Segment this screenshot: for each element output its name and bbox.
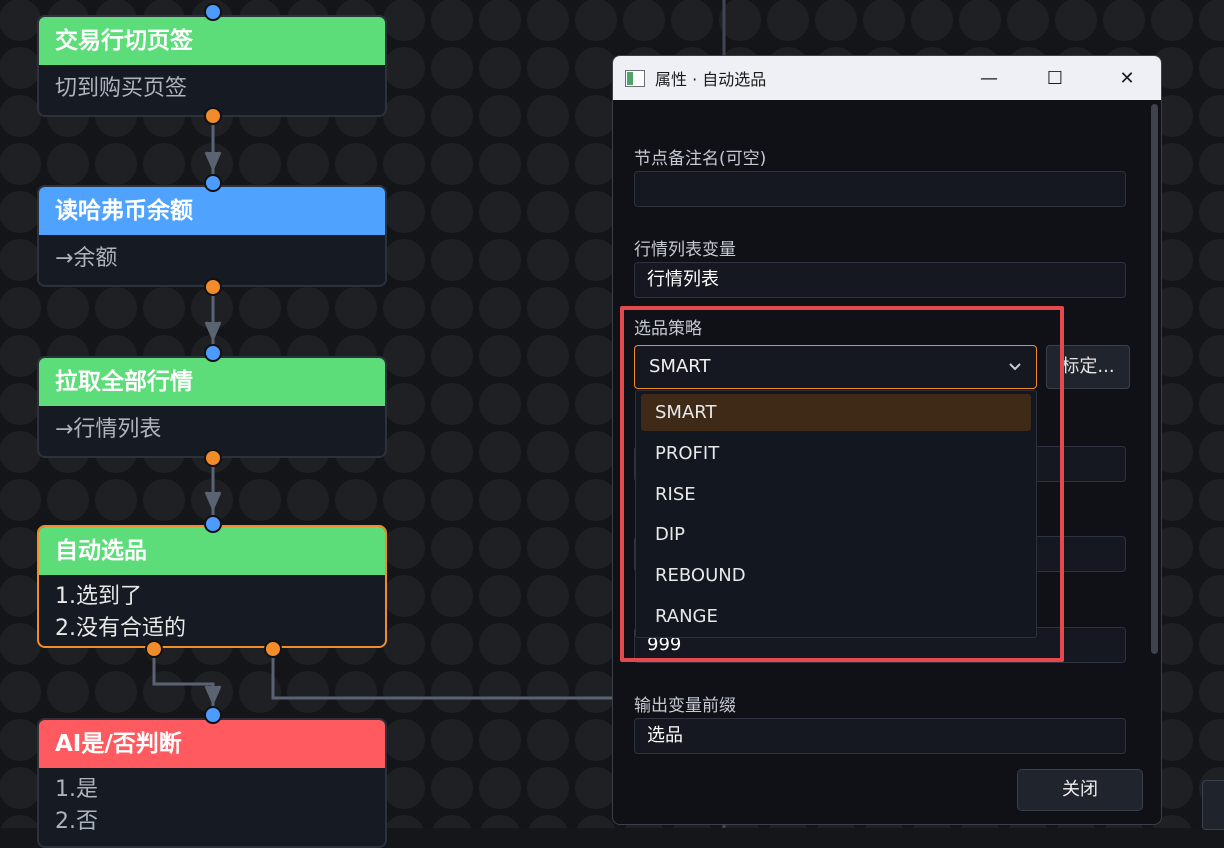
remark-label: 节点备注名(可空): [634, 149, 767, 169]
dialog-title: 属性 · 自动选品: [655, 70, 767, 89]
flow-node-read-balance[interactable]: 读哈弗币余额 →余额: [37, 185, 387, 287]
input-port[interactable]: [204, 174, 222, 192]
window-close-button[interactable]: ✕: [1097, 56, 1157, 100]
minimize-icon: —: [980, 67, 998, 89]
remark-input[interactable]: [634, 171, 1126, 207]
highlight-box: [620, 306, 1064, 662]
dialog-titlebar[interactable]: 属性 · 自动选品 — ☐ ✕: [613, 56, 1161, 100]
node-line: 1.是: [55, 777, 98, 802]
output-port[interactable]: [204, 449, 222, 467]
corner-button[interactable]: [1202, 780, 1224, 830]
close-icon: ✕: [1119, 67, 1135, 89]
input-port[interactable]: [204, 344, 222, 362]
market-var-input[interactable]: 行情列表: [634, 262, 1126, 298]
output-port[interactable]: [145, 640, 163, 658]
flow-node-switch-tab[interactable]: 交易行切页签 切到购买页签: [37, 15, 387, 117]
input-port[interactable]: [204, 515, 222, 533]
node-line: →余额: [55, 246, 118, 271]
node-title: AI是/否判断: [39, 720, 385, 768]
node-line: →行情列表: [55, 417, 162, 442]
node-title: 拉取全部行情: [39, 358, 385, 406]
window-icon: [625, 69, 645, 87]
output-port[interactable]: [264, 640, 282, 658]
input-port[interactable]: [204, 3, 222, 21]
maximize-button[interactable]: ☐: [1025, 56, 1085, 100]
node-line: 1.选到了: [55, 584, 142, 609]
node-title: 自动选品: [39, 527, 385, 575]
minimize-button[interactable]: —: [959, 56, 1019, 100]
close-button[interactable]: 关闭: [1017, 769, 1143, 811]
prefix-label: 输出变量前缀: [634, 696, 736, 716]
node-title: 交易行切页签: [39, 17, 385, 65]
flow-node-ai-judge[interactable]: AI是/否判断 1.是 2.否: [37, 718, 387, 848]
prefix-input[interactable]: 选品: [634, 718, 1126, 754]
output-port[interactable]: [204, 107, 222, 125]
node-line: 2.否: [55, 809, 98, 834]
maximize-icon: ☐: [1046, 67, 1064, 89]
node-title: 读哈弗币余额: [39, 187, 385, 235]
node-line: 切到购买页签: [55, 76, 188, 101]
flow-node-pull-market[interactable]: 拉取全部行情 →行情列表: [37, 356, 387, 458]
output-port[interactable]: [204, 278, 222, 296]
node-line: 2.没有合适的: [55, 616, 186, 641]
input-port[interactable]: [204, 706, 222, 724]
market-var-label: 行情列表变量: [634, 240, 736, 260]
flow-node-auto-select[interactable]: 自动选品 1.选到了 2.没有合适的: [37, 525, 387, 648]
dialog-scrollbar[interactable]: [1151, 104, 1158, 654]
